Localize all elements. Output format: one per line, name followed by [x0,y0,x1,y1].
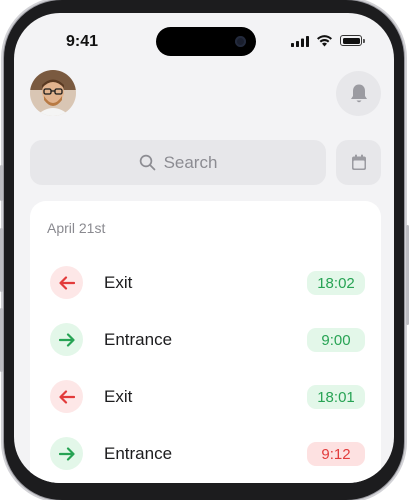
entry-time-badge: 18:02 [307,271,365,295]
list-item[interactable]: Exit 18:02 [30,262,381,302]
arrow-right-icon [58,446,75,461]
calendar-button[interactable] [336,140,381,185]
activity-date: April 21st [47,220,106,236]
list-item[interactable]: Entrance 9:12 [30,433,381,473]
user-avatar-icon [30,70,76,116]
list-item[interactable]: Exit 18:01 [30,376,381,416]
entry-time-badge-late: 9:12 [307,442,365,466]
entrance-indicator [50,437,83,470]
entry-time-badge: 9:00 [307,328,365,352]
exit-indicator [50,266,83,299]
app-screen: 9:41 Search April 21st Exit 18:02 Entran… [14,13,394,483]
activity-card: April 21st Exit 18:02 Entrance 9:00 Exit… [30,201,381,483]
camera-icon [235,36,246,47]
arrow-right-icon [58,332,75,347]
status-bar: 9:41 [14,13,394,67]
search-input[interactable]: Search [30,140,326,185]
avatar[interactable] [30,70,76,116]
action-button [0,165,3,201]
entrance-indicator [50,323,83,356]
exit-indicator [50,380,83,413]
entry-type: Entrance [104,330,173,349]
entry-type: Entrance [104,444,173,463]
cellular-signal-icon [291,36,309,47]
arrow-left-icon [58,389,75,404]
arrow-left-icon [58,275,75,290]
wifi-icon [317,35,332,47]
entry-type: Exit [104,387,133,406]
dynamic-island [156,27,256,56]
bell-icon [350,84,367,102]
search-icon [139,154,155,171]
power-button [406,225,409,325]
calendar-icon [351,154,366,170]
volume-down-button [0,308,3,372]
entry-time-badge: 18:01 [307,385,365,409]
volume-up-button [0,228,3,292]
list-item[interactable]: Entrance 9:00 [30,319,381,359]
entry-type: Exit [104,273,133,292]
search-placeholder: Search [163,152,218,172]
battery-icon [340,35,365,46]
notifications-button[interactable] [336,71,381,116]
status-time: 9:41 [66,33,99,50]
